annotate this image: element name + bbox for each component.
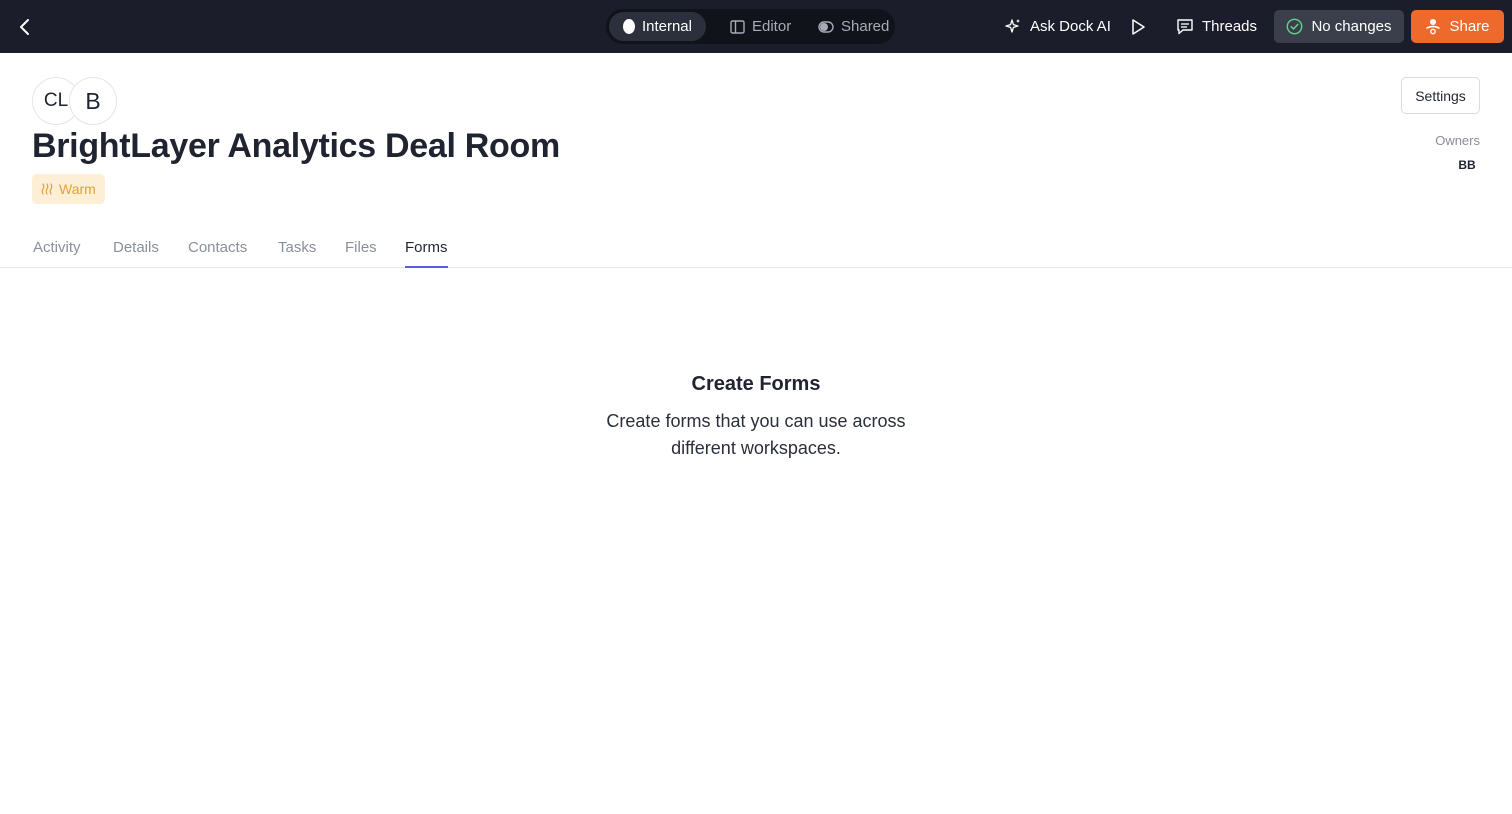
status-badge[interactable]: Warm (32, 174, 105, 204)
play-icon (1132, 18, 1145, 35)
check-circle-icon (1287, 18, 1303, 35)
tab-tasks[interactable]: Tasks (278, 239, 316, 268)
save-status-button[interactable]: No changes (1274, 10, 1404, 43)
mode-internal-button[interactable]: Internal (609, 12, 706, 41)
settings-button[interactable]: Settings (1401, 77, 1480, 114)
avatar[interactable]: B (69, 77, 117, 125)
empty-state-title: Create Forms (691, 373, 821, 395)
threads-button[interactable]: Threads (1176, 9, 1257, 44)
mode-shared-button[interactable]: Shared (804, 12, 903, 41)
page-title: BrightLayer Analytics Deal Room (32, 127, 560, 165)
share-label: Share (1449, 18, 1490, 35)
tab-activity[interactable]: Activity (33, 239, 81, 268)
tab-bar: Activity Details Contacts Tasks Files Fo… (0, 230, 1512, 268)
play-button[interactable] (1130, 9, 1152, 44)
share-button[interactable]: Share (1411, 10, 1504, 43)
comment-icon (1177, 19, 1193, 35)
heat-icon (41, 183, 53, 195)
ask-ai-button[interactable]: Ask Dock AI (1005, 9, 1111, 44)
mode-editor-label: Editor (752, 18, 792, 35)
tab-files[interactable]: Files (345, 239, 377, 268)
empty-state-description: Create forms that you can use across dif… (606, 411, 906, 458)
share-person-icon (1426, 19, 1441, 35)
top-bar: Internal Editor Shared Ask Dock AI Threa… (0, 0, 1512, 53)
owners-label: Owners (1435, 133, 1480, 148)
mode-shared-label: Shared (841, 18, 890, 35)
threads-label: Threads (1202, 18, 1258, 35)
owner-avatar[interactable]: BB (1454, 153, 1480, 177)
back-button[interactable] (12, 14, 38, 40)
toggle-icon (818, 20, 834, 33)
tab-details[interactable]: Details (113, 239, 159, 268)
status-label: Warm (59, 181, 96, 197)
tab-forms[interactable]: Forms (405, 239, 448, 268)
chevron-left-icon (20, 19, 29, 35)
sidebar-panel-icon (730, 19, 745, 34)
circle-icon (623, 19, 635, 34)
mode-internal-label: Internal (641, 18, 692, 35)
view-mode-switch: Internal Editor Shared (606, 9, 895, 44)
tab-contacts[interactable]: Contacts (188, 239, 247, 268)
save-status-label: No changes (1311, 18, 1392, 35)
mode-editor-button[interactable]: Editor (716, 12, 805, 41)
ask-ai-label: Ask Dock AI (1030, 18, 1111, 35)
sparkle-icon (1005, 19, 1020, 33)
